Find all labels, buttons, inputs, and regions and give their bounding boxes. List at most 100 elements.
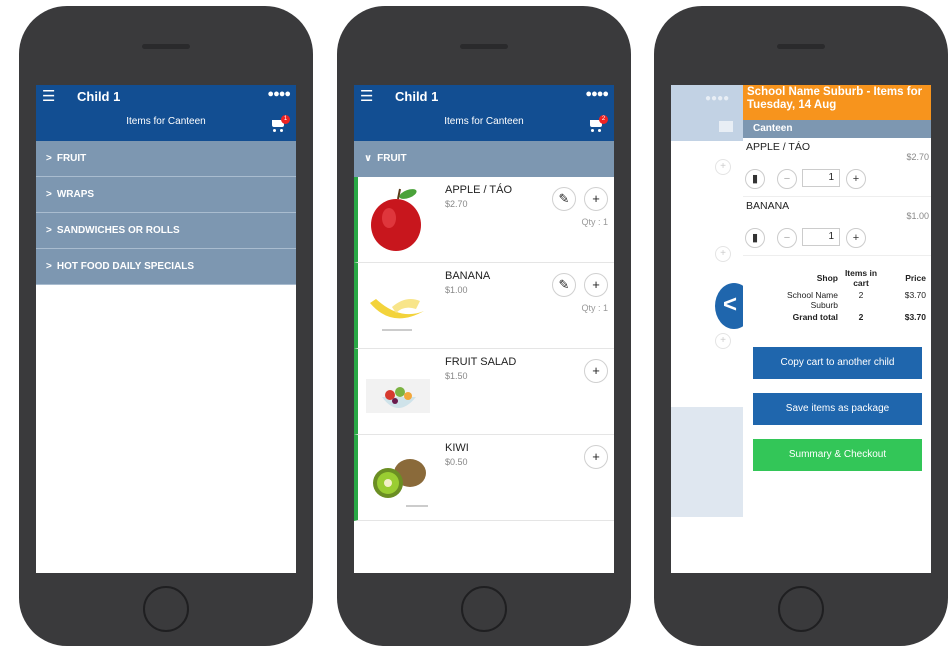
- cart-item: BANANA $1.00 ▮ − 1 +: [743, 197, 931, 256]
- menu-icon[interactable]: ☰: [360, 89, 373, 104]
- item-name: FRUIT SALAD: [445, 356, 517, 368]
- chevron-right-icon: >: [46, 261, 52, 272]
- banana-image: [370, 299, 424, 331]
- cart-badge: 1: [281, 115, 290, 124]
- item-price: $0.50: [445, 457, 468, 467]
- plus-icon: +: [852, 173, 860, 185]
- pencil-icon: ✎: [558, 191, 570, 206]
- plus-icon: +: [715, 246, 731, 262]
- phone-frame-1: ☰ Child 1 ●●●● Items for Canteen 1 > FRUI…: [19, 6, 313, 646]
- decrement-button[interactable]: −: [777, 169, 797, 189]
- item-qty: Qty : 1: [581, 217, 608, 227]
- col-items: Items in cart: [844, 268, 878, 288]
- speaker: [777, 44, 825, 49]
- cell-price: $3.70: [904, 290, 926, 300]
- list-item[interactable]: BANANA $1.00 ✎ + Qty : 1: [354, 263, 614, 349]
- list-item[interactable]: KIWI $0.50 +: [354, 435, 614, 521]
- add-button[interactable]: +: [584, 359, 608, 383]
- item-name: APPLE / TÁO: [445, 184, 513, 196]
- cart-icon: [719, 121, 733, 132]
- delete-button[interactable]: ▮: [745, 169, 765, 189]
- dimmed-footer: [671, 407, 746, 517]
- table-row: School Name Suburb 2 $3.70: [771, 289, 929, 311]
- increment-button[interactable]: +: [846, 169, 866, 189]
- speaker: [142, 44, 190, 49]
- list-item[interactable]: FRUIT SALAD $1.50 +: [354, 349, 614, 435]
- plus-icon: +: [592, 277, 600, 292]
- summary-table: Shop Items in cart Price School Name Sub…: [771, 267, 929, 323]
- plus-icon: +: [592, 449, 600, 464]
- add-button[interactable]: +: [584, 273, 608, 297]
- category-hot-food[interactable]: > HOT FOOD DAILY SPECIALS: [36, 249, 296, 285]
- app-header: ☰ Child 1 ●●●● Items for Canteen 1: [36, 85, 296, 141]
- category-fruit-expanded[interactable]: ∨ FRUIT: [354, 141, 614, 177]
- cell-total-items: 2: [858, 312, 864, 322]
- menu-icon[interactable]: ☰: [42, 89, 55, 104]
- app-title: Child 1: [395, 89, 439, 104]
- cell-items: 2: [858, 290, 864, 300]
- cart-badge: 2: [599, 115, 608, 124]
- col-shop: Shop: [816, 273, 838, 283]
- delete-button[interactable]: ▮: [745, 228, 765, 248]
- cart-icon[interactable]: 1: [270, 115, 290, 132]
- category-label: SANDWICHES OR ROLLS: [56, 225, 180, 236]
- plus-icon: +: [715, 159, 731, 175]
- add-button[interactable]: +: [584, 445, 608, 469]
- increment-button[interactable]: +: [846, 228, 866, 248]
- quantity-field[interactable]: 1: [802, 169, 840, 187]
- category-sandwiches[interactable]: > SANDWICHES OR ROLLS: [36, 213, 296, 249]
- checkout-button[interactable]: Summary & Checkout: [753, 439, 922, 471]
- plus-icon: +: [852, 232, 860, 244]
- category-label: FRUIT: [377, 153, 407, 164]
- category-label: HOT FOOD DAILY SPECIALS: [56, 261, 195, 272]
- status-dots-icon: ●●●●: [267, 88, 291, 100]
- edit-button[interactable]: ✎: [552, 187, 576, 211]
- cart-header: School Name Suburb - Items for Tuesday, …: [743, 85, 931, 120]
- plus-icon: +: [592, 191, 600, 206]
- kiwi-image: [373, 459, 428, 507]
- trash-icon: ▮: [751, 173, 759, 185]
- phone-frame-3: ●●●● + + + < School Name Suburb - Items …: [654, 6, 948, 646]
- edit-button[interactable]: ✎: [552, 273, 576, 297]
- subtitle: Items for Canteen: [126, 116, 206, 127]
- home-button[interactable]: [143, 586, 189, 632]
- category-label: WRAPS: [56, 189, 95, 200]
- table-total-row: Grand total 2 $3.70: [771, 311, 929, 323]
- cart-icon[interactable]: 2: [588, 115, 608, 132]
- speaker: [460, 44, 508, 49]
- item-price: $1.00: [445, 285, 468, 295]
- minus-icon: −: [783, 173, 791, 185]
- home-button[interactable]: [461, 586, 507, 632]
- quantity-field[interactable]: 1: [802, 228, 840, 246]
- list-item[interactable]: APPLE / TÁO $2.70 ✎ + Qty : 1: [354, 177, 614, 263]
- screen-fruit-items: ☰ Child 1 ●●●● Items for Canteen 2 ∨ FRUI…: [354, 85, 614, 573]
- dimmed-header: ●●●●: [671, 85, 746, 141]
- save-package-button[interactable]: Save items as package: [753, 393, 922, 425]
- item-price: $2.70: [906, 152, 929, 162]
- category-wraps[interactable]: > WRAPS: [36, 177, 296, 213]
- cart-item: APPLE / TÁO $2.70 ▮ − 1 +: [743, 138, 931, 197]
- phone-frame-2: ☰ Child 1 ●●●● Items for Canteen 2 ∨ FRUI…: [337, 6, 631, 646]
- cell-total-price: $3.70: [904, 312, 926, 322]
- item-name: BANANA: [445, 270, 491, 282]
- minus-icon: −: [783, 232, 791, 244]
- status-dots-icon: ●●●●: [585, 88, 609, 100]
- home-button[interactable]: [778, 586, 824, 632]
- status-dots-icon: ●●●●: [705, 93, 730, 104]
- category-fruit[interactable]: > FRUIT: [36, 141, 296, 177]
- plus-icon: +: [592, 363, 600, 378]
- chevron-right-icon: >: [46, 225, 52, 236]
- pencil-icon: ✎: [558, 277, 570, 292]
- app-header: ☰ Child 1 ●●●● Items for Canteen 2: [354, 85, 614, 141]
- item-name: APPLE / TÁO: [746, 141, 810, 153]
- add-button[interactable]: +: [584, 187, 608, 211]
- plus-icon: +: [715, 333, 731, 349]
- fruit-salad-image: [366, 379, 430, 413]
- item-name: BANANA: [746, 200, 790, 212]
- chevron-down-icon: ∨: [364, 153, 373, 164]
- screen-categories: ☰ Child 1 ●●●● Items for Canteen 1 > FRUI…: [36, 85, 296, 573]
- decrement-button[interactable]: −: [777, 228, 797, 248]
- copy-cart-button[interactable]: Copy cart to another child: [753, 347, 922, 379]
- item-name: KIWI: [445, 442, 469, 454]
- section-header: Canteen: [743, 120, 931, 138]
